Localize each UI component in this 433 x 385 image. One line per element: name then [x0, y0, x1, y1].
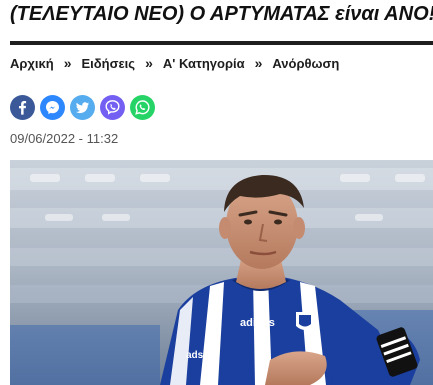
- messenger-share-button[interactable]: [40, 95, 65, 120]
- whatsapp-share-button[interactable]: [130, 95, 155, 120]
- breadcrumb-home[interactable]: Αρχική: [10, 56, 54, 71]
- whatsapp-icon: [135, 100, 150, 115]
- article-headline: (ΤΕΛΕΥΤΑΙΟ ΝΕΟ) Ο ΑΡΤΥΜΑΤΑΣ είναι ΑΝΟ!: [10, 3, 433, 25]
- breadcrumb: Αρχική » Ειδήσεις » Α' Κατηγορία » Ανόρθ…: [10, 55, 339, 71]
- footballer-photo: adidas ads: [10, 160, 433, 385]
- breadcrumb-first-division[interactable]: Α' Κατηγορία: [163, 56, 245, 71]
- facebook-share-button[interactable]: [10, 95, 35, 120]
- messenger-icon: [46, 101, 59, 115]
- article-photo: adidas ads: [10, 160, 433, 385]
- breadcrumb-separator: »: [145, 55, 153, 71]
- breadcrumb-separator: »: [254, 55, 263, 71]
- viber-icon: [105, 100, 120, 115]
- breadcrumb-anorthosis[interactable]: Ανόρθωση: [272, 56, 339, 71]
- share-buttons: [10, 95, 155, 120]
- twitter-icon: [76, 102, 89, 114]
- jersey-brand: adidas: [240, 317, 275, 329]
- viber-share-button[interactable]: [100, 95, 125, 120]
- breadcrumb-news[interactable]: Ειδήσεις: [82, 56, 136, 71]
- twitter-share-button[interactable]: [70, 95, 95, 120]
- article-page: (ΤΕΛΕΥΤΑΙΟ ΝΕΟ) Ο ΑΡΤΥΜΑΤΑΣ είναι ΑΝΟ! Α…: [0, 0, 433, 385]
- headline-divider: [10, 41, 433, 45]
- breadcrumb-separator: »: [63, 55, 72, 71]
- facebook-icon: [19, 101, 27, 115]
- jersey-sponsor: ads: [186, 350, 204, 361]
- article-date: 09/06/2022 - 11:32: [10, 131, 119, 146]
